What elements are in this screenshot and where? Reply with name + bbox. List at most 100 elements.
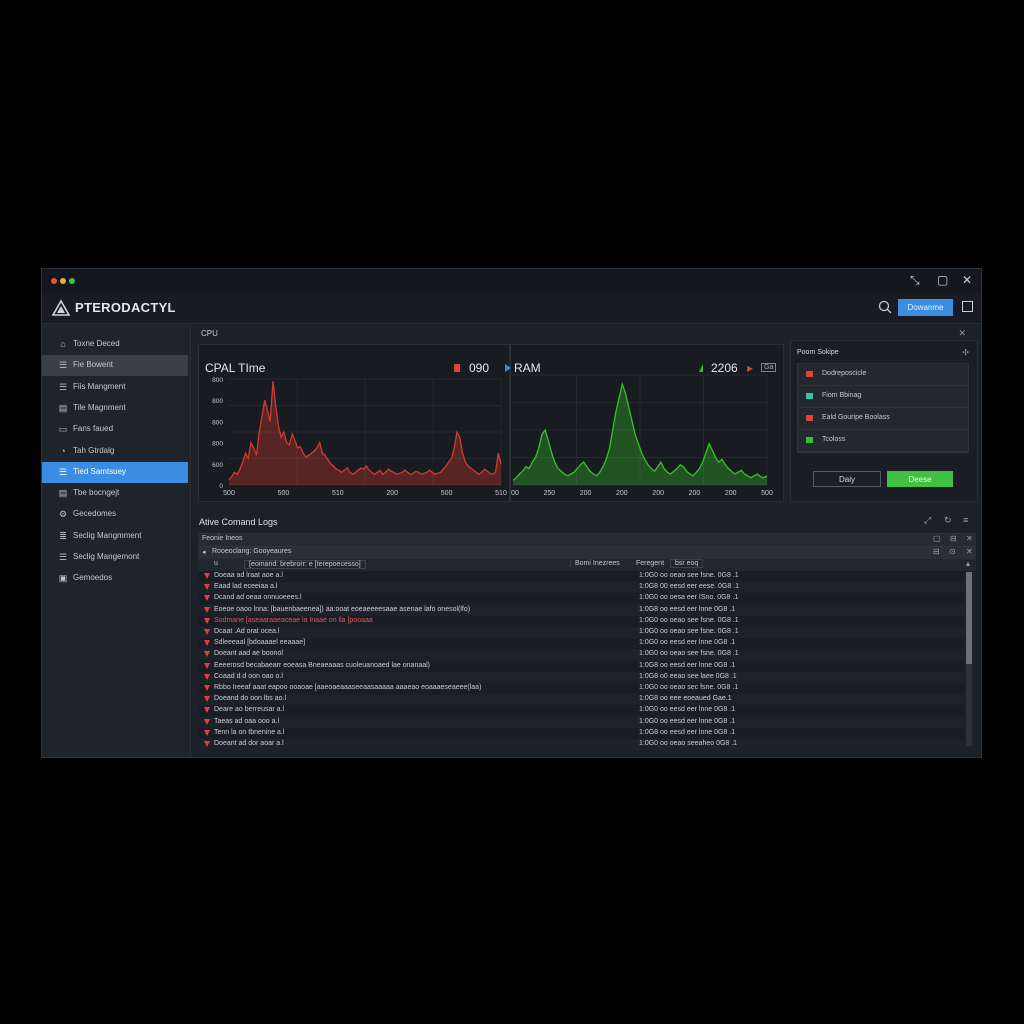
log-row[interactable]: Doeand do oon lbs ao.l 1:0G8 oo eee eoeau… — [198, 694, 964, 706]
log-row[interactable]: Eoeoe oaoo lnna: [bauenbaeenea]) aa:ooat… — [198, 604, 964, 616]
maximize-icon[interactable]: ▢ — [937, 273, 948, 287]
sidebar-item[interactable]: ▤ Tbe bocngejt — [42, 483, 188, 504]
log-row[interactable]: Doeant ad dor aoar a.l 1:0G0 oo oeao seea… — [198, 739, 964, 750]
maximize-dot[interactable] — [69, 278, 75, 284]
panel-list-item[interactable]: Fiom Bbinag — [798, 386, 968, 408]
log-text: Dcaat .Ad orat ocea.l — [214, 628, 280, 635]
sidebar-item[interactable]: ☰ Fiis Mangment — [42, 377, 188, 398]
sidebar-item[interactable]: ☰ Seclig Mangemont — [42, 547, 188, 568]
pterodactyl-logo-icon — [52, 299, 70, 316]
sidebar-item[interactable]: ⌂ Toxne Deced — [42, 334, 188, 355]
panel-list-item[interactable]: Eald Gouripe Boolass — [798, 408, 968, 430]
log-row[interactable]: Doeant aad ae boonol 1:0G0 oo oeao see fs… — [198, 649, 964, 661]
log-row[interactable]: Sodmane [aseaaraaeaceae la Inaae on lla … — [198, 615, 964, 627]
close-icon[interactable]: ✕ — [958, 328, 966, 339]
log-text: Coaad d.d oon oao o.l — [214, 672, 283, 680]
log-row[interactable]: Eaad lad eceeiaa a.l 1:0G8 00 eesd eer ee… — [198, 582, 964, 594]
error-marker-icon — [204, 640, 210, 647]
sort-up-icon[interactable]: ▴ — [966, 559, 970, 568]
sidebar-item[interactable]: ▤ Tile Magnment — [42, 398, 188, 419]
filter-label: Feonie Ineos — [202, 535, 243, 542]
sub-col-right-a[interactable]: Bomi Inezrees — [570, 560, 620, 567]
minimize-icon[interactable]: ⤡ — [910, 273, 920, 288]
y-tick-label: 800 — [212, 419, 223, 426]
collapse-icon[interactable]: ◂ — [202, 548, 206, 556]
log-row[interactable]: Doeaa ad lraat aoe a.l 1:0G0 oo oeao see … — [198, 571, 964, 582]
error-marker-icon — [204, 741, 210, 747]
log-timestamp: 1:0G8 oo eee eoeaued Gae.1 — [639, 695, 732, 703]
filter-minus-icon[interactable]: ⊟ — [950, 534, 957, 543]
log-row[interactable]: Tenn la on tbnenine a.l 1:0G8 oo eesd eer… — [198, 727, 964, 739]
error-marker-icon — [204, 729, 210, 736]
log-text: Doeand do oon lbs ao.l — [214, 695, 286, 703]
log-row[interactable]: Dcand ad oeaa onnuoeees.l 1:0G0 oo oesa e… — [198, 593, 964, 605]
error-marker-icon — [204, 696, 210, 703]
log-timestamp: 1:0G8 00 eesd eer eese. 0G8 .1 — [639, 583, 740, 591]
log-text: Doeaa ad lraat aoe a.l — [214, 572, 283, 579]
layout-icon[interactable] — [962, 301, 973, 312]
services-panel: Poom Sokipe ✣ Dodreposcicle Fiom Bbinag Ea… — [790, 340, 978, 502]
sidebar-item[interactable]: ☰ Fie Bowent — [42, 355, 188, 377]
sidebar-item-label: Tah Gtrdalg — [73, 445, 115, 455]
x-tick-label: 200 — [580, 490, 592, 497]
x-tick-label: 510 — [495, 490, 507, 497]
sidebar-item-label: Fiis Mangment — [73, 381, 126, 391]
sidebar-item[interactable]: ▭ Fans faued — [42, 419, 188, 440]
col-close-icon[interactable]: ✕ — [966, 547, 973, 556]
sub-col-right-c[interactable]: bsr eoq — [670, 559, 704, 568]
daiy-button[interactable]: Daiy — [813, 471, 881, 487]
refresh-icon[interactable]: ↻ — [944, 515, 952, 526]
sidebar-item[interactable]: ≣ Seclig Mangmment — [42, 526, 188, 547]
logs-scrollbar[interactable] — [966, 572, 972, 746]
panel-list-item[interactable]: Tcoloss — [798, 430, 968, 452]
sub-col-right-b[interactable]: Feregent — [636, 560, 664, 567]
log-text: Doeant aad ae boonol — [214, 650, 283, 658]
col-save-icon[interactable]: ⊟ — [933, 547, 940, 556]
log-row[interactable]: Eeeerosd becabaearr eoeasa Bneaeaaas cuo… — [198, 660, 964, 672]
list-icon: ☰ — [58, 360, 68, 371]
panel-list-item[interactable]: Dodreposcicle — [798, 364, 968, 386]
close-dot[interactable] — [51, 278, 57, 284]
log-row[interactable]: Dcaat .Ad orat ocea.l 1:0G0 oo oeao see f… — [198, 627, 964, 638]
log-row[interactable]: Sdleeeaal [bdoaaael eeaaae] 1:0G0 oo eesd… — [198, 638, 964, 650]
col-settings-icon[interactable]: ⊙ — [949, 547, 956, 556]
error-marker-icon — [204, 573, 210, 579]
log-timestamp: 1:0G0 oo oeao sec fsne. 0G8 .1 — [639, 684, 739, 691]
log-row[interactable]: Rbbo Ireeaf aaat eapoo ooaoae [aaeoaeaaa… — [198, 683, 964, 694]
sidebar-item[interactable]: ☰ Tied Samtsuey — [42, 461, 188, 483]
logs-rows: Doeaa ad lraat aoe a.l 1:0G0 oo oeao see … — [198, 571, 964, 757]
error-marker-icon — [204, 617, 210, 624]
header-action-button[interactable]: Dowanme — [898, 299, 953, 316]
log-timestamp: 1:0G8 oo eesd eer lnne 0G8 .1 — [639, 605, 736, 613]
doc-icon: ▤ — [58, 402, 68, 413]
sidebar-item-label: Tile Magnment — [73, 402, 126, 412]
sidebar-item-label: Gemoedos — [73, 573, 113, 583]
search-icon[interactable] — [877, 299, 893, 315]
log-row[interactable]: Coaad d.d oon oao o.l 1:0G8 o0 eeao see l… — [198, 671, 964, 683]
log-row[interactable]: Deare ao berreusar a.l 1:0G0 oo eesd eer … — [198, 705, 964, 717]
filter-close-icon[interactable]: ✕ — [966, 534, 973, 543]
log-timestamp: 1:0G0 oo oesa eer ISno. 0G8 .1 — [639, 594, 739, 602]
log-row[interactable]: Taeas ad oaa ooo a.l 1:0G0 oo eesd eer ln… — [198, 716, 964, 728]
log-timestamp: 1:0G0 oo oeao see fsne. 0G8 .1 — [639, 628, 739, 635]
expand-icon[interactable]: ⤢ — [924, 515, 931, 526]
menu-icon[interactable]: ≡ — [963, 515, 968, 525]
error-marker-icon — [204, 606, 210, 613]
filter-square-icon[interactable]: ▢ — [933, 534, 941, 543]
sidebar-item[interactable]: ◔ Tah Gtrdalg — [42, 441, 188, 462]
log-timestamp: 1:0G0 oo oeao seeaheo 0G8 .1 — [639, 740, 738, 747]
log-text: Rbbo Ireeaf aaat eapoo ooaoae [aaeoaeaaa… — [214, 684, 482, 691]
pin-icon[interactable]: ✣ — [962, 348, 969, 357]
deese-button[interactable]: Deese — [887, 471, 953, 487]
scrollbar-thumb[interactable] — [966, 572, 972, 664]
error-marker-icon — [204, 629, 210, 635]
error-marker-icon — [204, 673, 210, 680]
close-icon[interactable]: ✕ — [962, 273, 972, 287]
sidebar-item[interactable]: ⚙ Gecedomes — [42, 504, 188, 525]
sidebar-item[interactable]: ▣ Gemoedos — [42, 568, 188, 589]
app-brand: PTERODACTYL — [75, 300, 176, 315]
minimize-dot[interactable] — [60, 278, 66, 284]
logs-title: Ative Comand Logs — [199, 517, 278, 527]
logs-filter-bar[interactable]: Feonie Ineos ▢ ⊟ ✕ — [198, 533, 976, 547]
sub-col-b[interactable]: [eomand: brebrorr: e [terepoecesso] — [244, 560, 366, 569]
